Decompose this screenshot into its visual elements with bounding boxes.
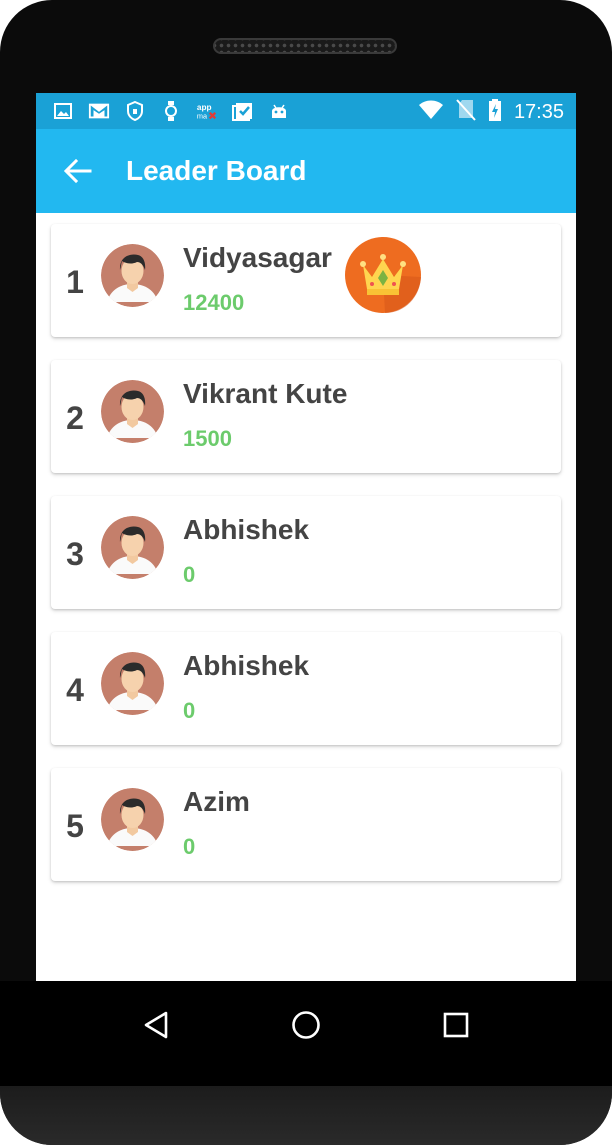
nav-recents-button[interactable] xyxy=(432,1001,480,1049)
rank-number: 2 xyxy=(66,400,84,436)
svg-text:ma: ma xyxy=(197,111,208,120)
rank-number: 1 xyxy=(66,264,84,300)
screen: app ma 17:35 Leader Board 1 Vidyasagar 1… xyxy=(36,93,576,981)
leaderboard-row-5[interactable]: 5 Azim 0 xyxy=(51,768,561,881)
clipboard-icon xyxy=(232,101,254,121)
phone-chin xyxy=(0,1086,612,1145)
rank-number: 5 xyxy=(66,808,84,844)
wifi-icon xyxy=(418,100,444,125)
player-score: 0 xyxy=(183,562,196,587)
vpn-shield-icon xyxy=(124,101,146,121)
status-time: 17:35 xyxy=(513,101,564,123)
leaderboard-row-2[interactable]: 2 Vikrant Kute 1500 xyxy=(51,360,561,473)
system-nav-bar xyxy=(0,981,612,1086)
phone-frame: app ma 17:35 Leader Board 1 Vidyasagar 1… xyxy=(0,0,612,1145)
crown-icon xyxy=(345,237,421,313)
app-bar: Leader Board xyxy=(36,129,576,213)
arrow-left-icon xyxy=(64,159,92,183)
notification-icons: app ma xyxy=(52,101,290,121)
leaderboard-row-1[interactable]: 1 Vidyasagar 12400 xyxy=(51,224,561,337)
avatar xyxy=(101,788,164,851)
battery-charging-icon xyxy=(488,99,502,126)
android-icon xyxy=(268,101,290,121)
rank-number: 4 xyxy=(66,672,84,708)
player-score: 12400 xyxy=(183,290,245,315)
avatar xyxy=(101,244,164,307)
player-score: 0 xyxy=(183,698,196,723)
back-button[interactable] xyxy=(60,153,96,189)
player-name: Abhishek xyxy=(183,650,310,681)
rank-number: 3 xyxy=(66,536,84,572)
home-circle-icon xyxy=(292,1011,320,1039)
gmail-icon xyxy=(88,101,110,121)
no-sim-icon xyxy=(456,99,476,126)
player-name: Vidyasagar xyxy=(183,242,332,273)
speaker-grille xyxy=(213,38,397,54)
avatar xyxy=(101,516,164,579)
gallery-icon xyxy=(52,101,74,121)
player-name: Azim xyxy=(183,786,250,817)
player-name: Abhishek xyxy=(183,514,310,545)
player-score: 0 xyxy=(183,834,196,859)
nav-home-button[interactable] xyxy=(282,1001,330,1049)
nav-back-button[interactable] xyxy=(132,1001,180,1049)
player-name: Vikrant Kute xyxy=(183,378,348,409)
player-score: 1500 xyxy=(183,426,232,451)
page-title: Leader Board xyxy=(126,155,307,186)
back-triangle-icon xyxy=(144,1011,168,1039)
watch-icon xyxy=(160,101,182,121)
recents-square-icon xyxy=(443,1012,469,1038)
system-icons: 17:35 xyxy=(418,99,564,126)
leaderboard-row-3[interactable]: 3 Abhishek 0 xyxy=(51,496,561,609)
appmax-icon: app ma xyxy=(196,101,218,121)
status-bar: app ma 17:35 xyxy=(36,93,576,129)
avatar xyxy=(101,380,164,443)
leaderboard-row-4[interactable]: 4 Abhishek 0 xyxy=(51,632,561,745)
avatar xyxy=(101,652,164,715)
